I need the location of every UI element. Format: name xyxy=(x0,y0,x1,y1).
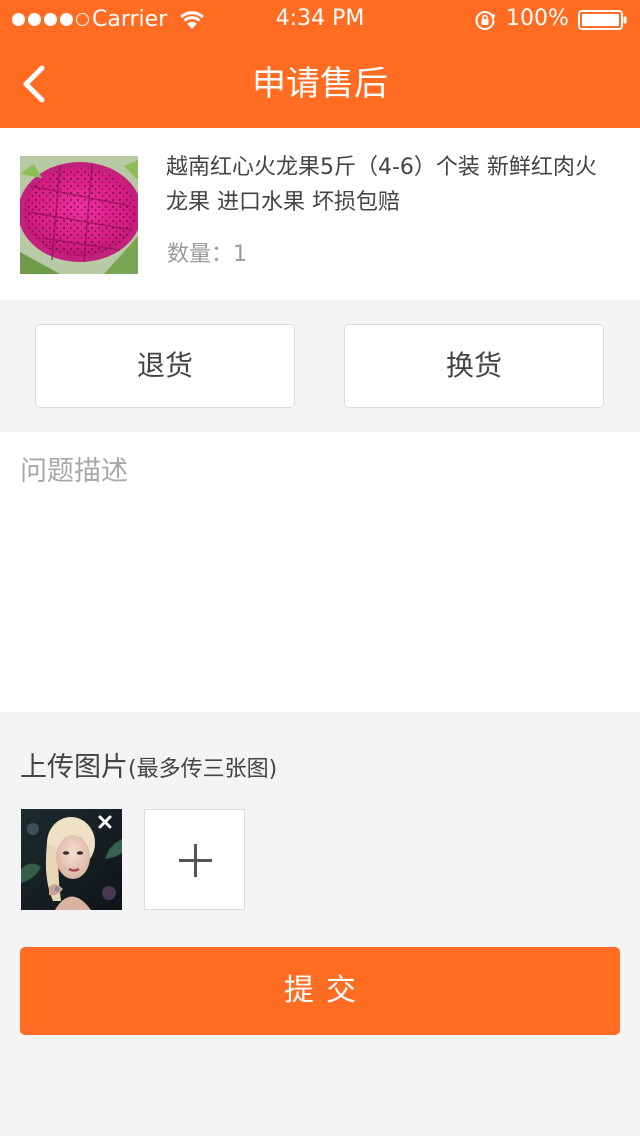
battery-icon xyxy=(578,10,627,30)
status-bar: Carrier 4:34 PM 100% xyxy=(0,0,640,40)
upload-label: 上传图片(最多传三张图) xyxy=(20,749,277,790)
header: Carrier 4:34 PM 100% 申请售后 xyxy=(0,0,640,128)
quantity-label: 数量： xyxy=(167,242,234,267)
close-icon xyxy=(98,815,112,829)
nav-bar: 申请售后 xyxy=(0,40,640,128)
product-image xyxy=(20,156,138,274)
rotation-lock-icon xyxy=(475,11,496,31)
battery-percent: 100% xyxy=(506,6,569,31)
add-photo-button[interactable] xyxy=(144,809,245,910)
return-button[interactable]: 退货 xyxy=(35,324,295,408)
product-name: 越南红心火龙果5斤（4-6）个装 新鲜红肉火龙果 进口水果 坏损包赔 xyxy=(166,155,597,215)
upload-hint: (最多传三张图) xyxy=(128,757,278,782)
submit-button[interactable]: 提交 xyxy=(20,947,620,1035)
quantity-value: 1 xyxy=(233,242,248,267)
upload-title: 上传图片 xyxy=(20,752,128,783)
page-title: 申请售后 xyxy=(252,64,388,104)
exchange-button[interactable]: 换货 xyxy=(344,324,604,408)
description-input[interactable] xyxy=(0,432,640,712)
product-card: 越南红心火龙果5斤（4-6）个装 新鲜红肉火龙果 进口水果 坏损包赔 数量：1 xyxy=(0,128,640,300)
description-area xyxy=(0,432,640,712)
remove-image-button[interactable] xyxy=(96,813,114,831)
plus-icon xyxy=(179,844,212,877)
product-quantity: 数量：1 xyxy=(167,238,247,272)
